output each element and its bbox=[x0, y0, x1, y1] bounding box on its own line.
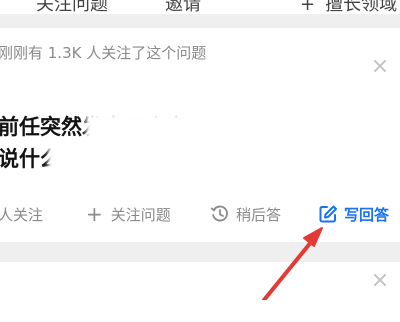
answer-later-label: 稍后答 bbox=[236, 205, 282, 224]
follow-question-label: 关注问题 bbox=[110, 205, 171, 224]
write-answer-button[interactable]: 写回答 bbox=[318, 198, 389, 230]
redaction-mask bbox=[86, 114, 264, 144]
plus-icon: + bbox=[300, 0, 316, 14]
clock-icon bbox=[210, 204, 230, 224]
close-icon[interactable] bbox=[372, 58, 388, 74]
write-answer-label: 写回答 bbox=[344, 205, 390, 224]
tab-invite[interactable]: 邀请 bbox=[165, 0, 201, 14]
tab-expertise[interactable]: + 擅长领域 bbox=[300, 0, 397, 14]
next-question-card[interactable] bbox=[0, 262, 400, 322]
follow-question-button[interactable]: + 关注问题 bbox=[86, 198, 171, 230]
top-tab-bar: 关注问题 邀请 + 擅长领域 bbox=[0, 0, 400, 14]
followers-count: 人关注 bbox=[0, 205, 44, 224]
question-actions: 人关注 + 关注问题 稍后答 写回答 bbox=[0, 198, 400, 230]
redaction-mask bbox=[48, 144, 88, 174]
edit-icon bbox=[318, 204, 338, 224]
close-icon[interactable] bbox=[372, 272, 388, 288]
answer-later-button[interactable]: 稍后答 bbox=[210, 198, 281, 230]
plus-icon: + bbox=[86, 202, 103, 226]
tab-followed-questions[interactable]: 关注问题 bbox=[36, 0, 108, 14]
follow-notice: 刚刚有 1.3K 人关注了这个问题 bbox=[0, 44, 207, 62]
tab-expertise-label: 擅长领域 bbox=[325, 0, 398, 14]
